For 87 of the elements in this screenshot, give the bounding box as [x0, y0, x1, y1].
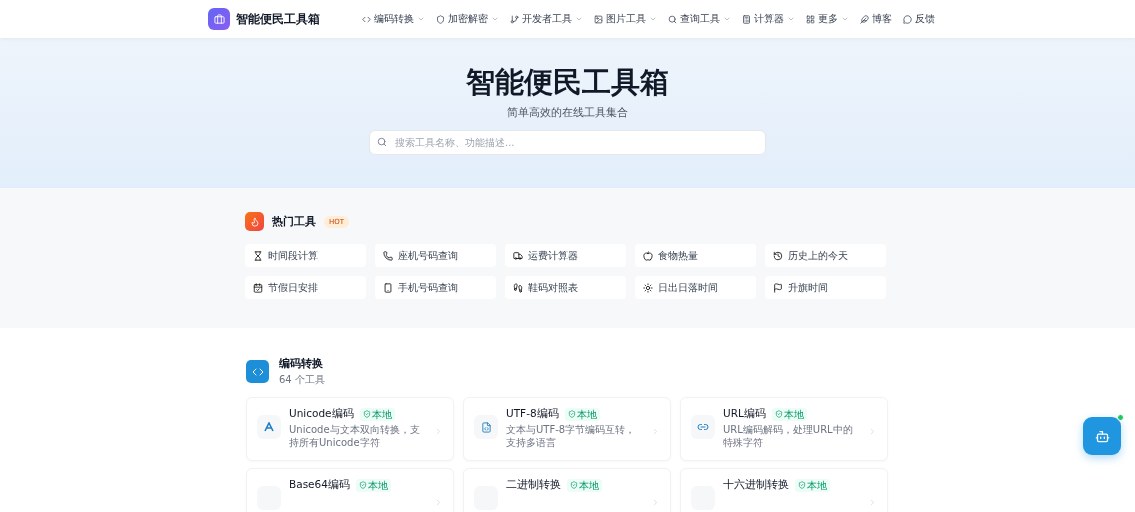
tool-description: Unicode与文本双向转换，支持所有Unicode字符: [289, 423, 421, 449]
hot-tool-link[interactable]: 升旗时间: [765, 276, 886, 299]
phone-icon: [383, 250, 393, 261]
calculator-icon: [742, 14, 751, 24]
hot-tool-link[interactable]: 节假日安排: [245, 276, 366, 299]
tool-title: 十六进制转换: [723, 478, 789, 492]
image-icon: [594, 14, 603, 24]
local-badge: 本地: [795, 478, 830, 492]
nav-link[interactable]: 编码转换: [362, 12, 425, 26]
shield-check-icon: [362, 410, 371, 418]
code-icon: [246, 360, 269, 383]
search-field[interactable]: 搜索工具名称、功能描述...: [369, 130, 766, 155]
local-badge: 本地: [771, 407, 807, 421]
section-title: 热门工具: [272, 214, 316, 229]
hero-title: 智能便民工具箱: [466, 64, 669, 100]
hot-tool-link[interactable]: 时间段计算: [245, 244, 366, 267]
shield-check-icon: [358, 481, 367, 489]
shield-check-icon: [570, 481, 578, 489]
code-icon: [362, 14, 371, 24]
shield-check-icon: [798, 481, 806, 489]
shield-check-icon: [774, 410, 783, 418]
hourglass-icon: [253, 250, 263, 261]
tool-card[interactable]: 二进制转换 本地: [463, 468, 671, 512]
chevron-right-icon: [651, 427, 660, 436]
apple-icon: [643, 250, 653, 261]
tool-title: Unicode编码: [289, 407, 354, 421]
tool-card[interactable]: 十六进制转换 本地: [680, 468, 888, 512]
search-icon: [668, 14, 677, 24]
footprints-icon: [513, 282, 523, 293]
link-icon: [691, 415, 715, 439]
tool-title: UTF-8编码: [506, 407, 559, 421]
tool-card[interactable]: Unicode编码 本地 Unicode与文本双向转换，支持所有Unicode字符: [246, 397, 454, 461]
hot-tool-link[interactable]: 鞋码对照表: [505, 276, 626, 299]
tool-card[interactable]: URL编码 本地 URL编码解码，处理URL中的特殊字符: [680, 397, 888, 461]
tool-title: Base64编码: [289, 478, 350, 492]
category-title: 编码转换: [279, 356, 324, 371]
flag-icon: [773, 282, 783, 293]
hot-tool-link[interactable]: 日出日落时间: [635, 276, 756, 299]
nav-link[interactable]: 更多: [806, 12, 849, 26]
feather-icon: [860, 14, 869, 24]
hot-tool-link[interactable]: 手机号码查询: [375, 276, 496, 299]
hot-tool-link[interactable]: 座机号码查询: [375, 244, 496, 267]
nav-link[interactable]: 加密解密: [436, 12, 499, 26]
shield-icon: [436, 14, 445, 24]
assistant-button[interactable]: [1083, 417, 1121, 455]
tool-description: 文本与UTF-8字节编码互转，支持多语言: [506, 423, 637, 449]
nav-link[interactable]: 博客: [860, 12, 892, 26]
tool-title: URL编码: [723, 407, 766, 421]
chat-icon: [903, 14, 912, 24]
tool-card[interactable]: UTF-8编码 本地 文本与UTF-8字节编码互转，支持多语言: [463, 397, 671, 461]
truck-icon: [513, 250, 523, 261]
hot-tool-link[interactable]: 食物热量: [635, 244, 756, 267]
history-icon: [773, 250, 783, 261]
nav-link[interactable]: 查询工具: [668, 12, 731, 26]
hero-subtitle: 简单高效的在线工具集合: [507, 105, 628, 120]
chevron-right-icon: [434, 427, 443, 436]
tool-card[interactable]: Base64编码 本地: [246, 468, 454, 512]
chevron-right-icon: [434, 498, 443, 507]
tool-title: 二进制转换: [506, 478, 561, 492]
flame-icon: [245, 212, 264, 231]
chevron-right-icon: [651, 498, 660, 507]
local-badge: 本地: [359, 407, 395, 421]
letter-a-icon: [257, 415, 281, 439]
file-code-icon: [474, 415, 498, 439]
hot-tool-link[interactable]: 历史上的今天: [765, 244, 886, 267]
mobile-phone-icon: [383, 282, 393, 293]
nav-link[interactable]: 开发者工具: [510, 12, 583, 26]
search-icon: [377, 137, 387, 147]
brand-name: 智能便民工具箱: [236, 10, 320, 28]
chevron-right-icon: [868, 498, 877, 507]
local-badge: 本地: [355, 478, 391, 492]
local-badge: 本地: [567, 478, 602, 492]
grid-icon: [806, 14, 815, 24]
branch-icon: [510, 14, 519, 24]
hot-tool-link[interactable]: 运费计算器: [505, 244, 626, 267]
calendar-icon: [253, 282, 263, 293]
nav-link[interactable]: 反馈: [903, 12, 935, 26]
tool-count: 64 个工具: [279, 373, 325, 387]
sun-icon: [643, 282, 653, 293]
nav-link[interactable]: 计算器: [742, 12, 795, 26]
chevron-right-icon: [868, 427, 877, 436]
shield-check-icon: [567, 410, 576, 418]
nav-link[interactable]: 图片工具: [594, 12, 657, 26]
toolbox-logo[interactable]: [208, 8, 230, 30]
local-badge: 本地: [564, 407, 600, 421]
robot-icon: [1094, 428, 1110, 444]
tool-description: URL编码解码，处理URL中的特殊字符: [723, 423, 854, 449]
